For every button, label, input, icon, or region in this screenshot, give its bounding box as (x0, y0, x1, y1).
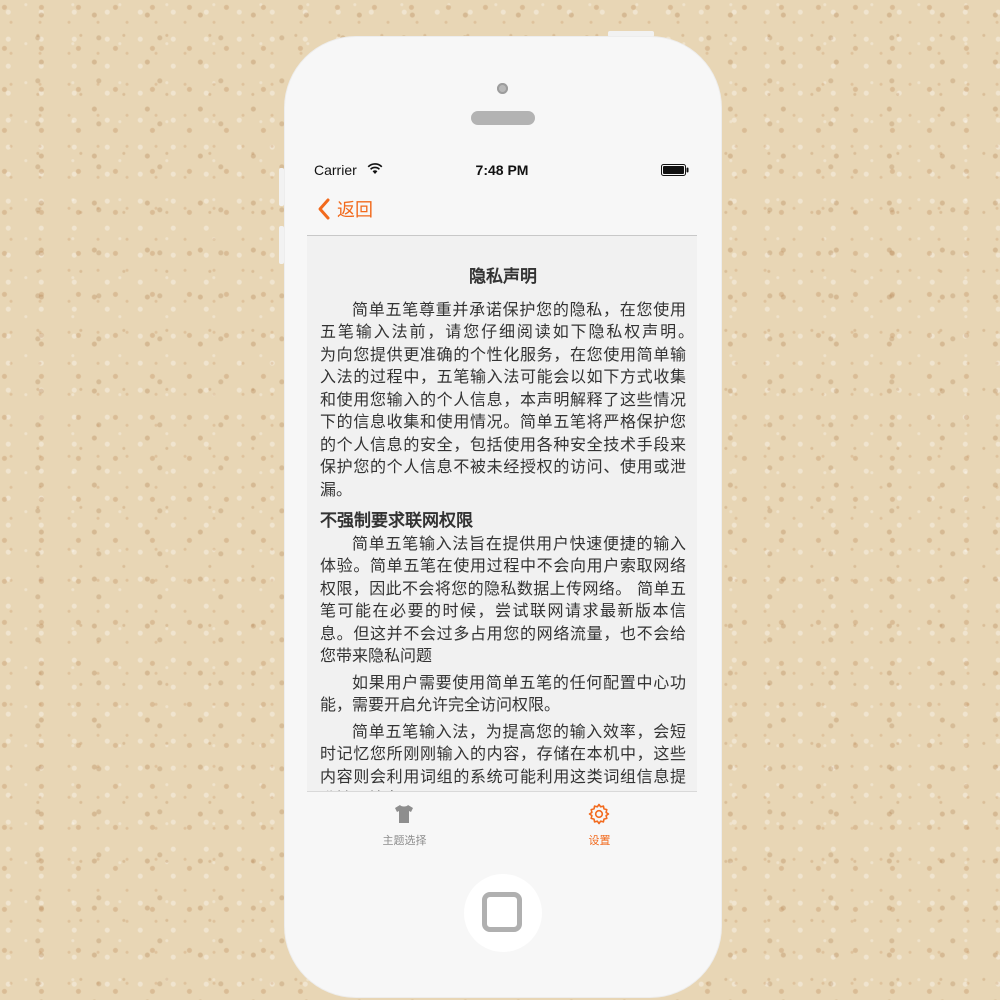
home-square-icon (482, 892, 522, 932)
section-heading: 不强制要求联网权限 (320, 511, 473, 531)
privacy-content-scroll[interactable]: 隐私声明 简单五笔尊重并承诺保护您的隐私，在您使用五笔输入法前，请您仔细阅读如下… (307, 236, 697, 791)
tshirt-icon (395, 805, 413, 823)
status-bar: Carrier 7:48 PM (307, 157, 697, 185)
chevron-left-icon (318, 198, 330, 220)
section-paragraph-3: 简单五笔输入法，为提高您的输入效率，会短时记忆您所刚刚输入的内容，存储在本机中，… (320, 721, 686, 792)
earpiece-speaker (471, 111, 535, 125)
tab-label: 设置 (588, 834, 611, 847)
section-paragraph-1: 简单五笔输入法旨在提供用户快速便捷的输入体验。简单五笔在使用过程中不会向用户索取… (320, 533, 686, 666)
front-camera (497, 83, 508, 94)
back-label: 返回 (337, 200, 373, 221)
intro-paragraph: 简单五笔尊重并承诺保护您的隐私，在您使用五笔输入法前，请您仔细阅读如下隐私权声明… (320, 299, 697, 499)
status-time: 7:48 PM (475, 162, 529, 178)
section-paragraph-2: 如果用户需要使用简单五笔的任何配置中心功能，需要开启允许完全访问权限。 (320, 672, 686, 715)
tab-settings[interactable]: 设置 (502, 792, 697, 849)
document-title: 隐私声明 (469, 267, 537, 287)
gear-icon (588, 803, 610, 825)
back-button[interactable]: 返回 (317, 195, 373, 223)
navigation-bar: 返回 (307, 185, 697, 236)
phone-screen: Carrier 7:48 PM 返回 隐私声明 简单五笔尊重并承诺保护您的隐私，… (307, 157, 697, 849)
battery-icon (661, 164, 689, 176)
tab-theme-select[interactable]: 主题选择 (307, 792, 502, 849)
tab-bar: 主题选择 设置 (307, 791, 697, 849)
home-button[interactable] (464, 874, 542, 952)
tab-label: 主题选择 (382, 834, 427, 847)
